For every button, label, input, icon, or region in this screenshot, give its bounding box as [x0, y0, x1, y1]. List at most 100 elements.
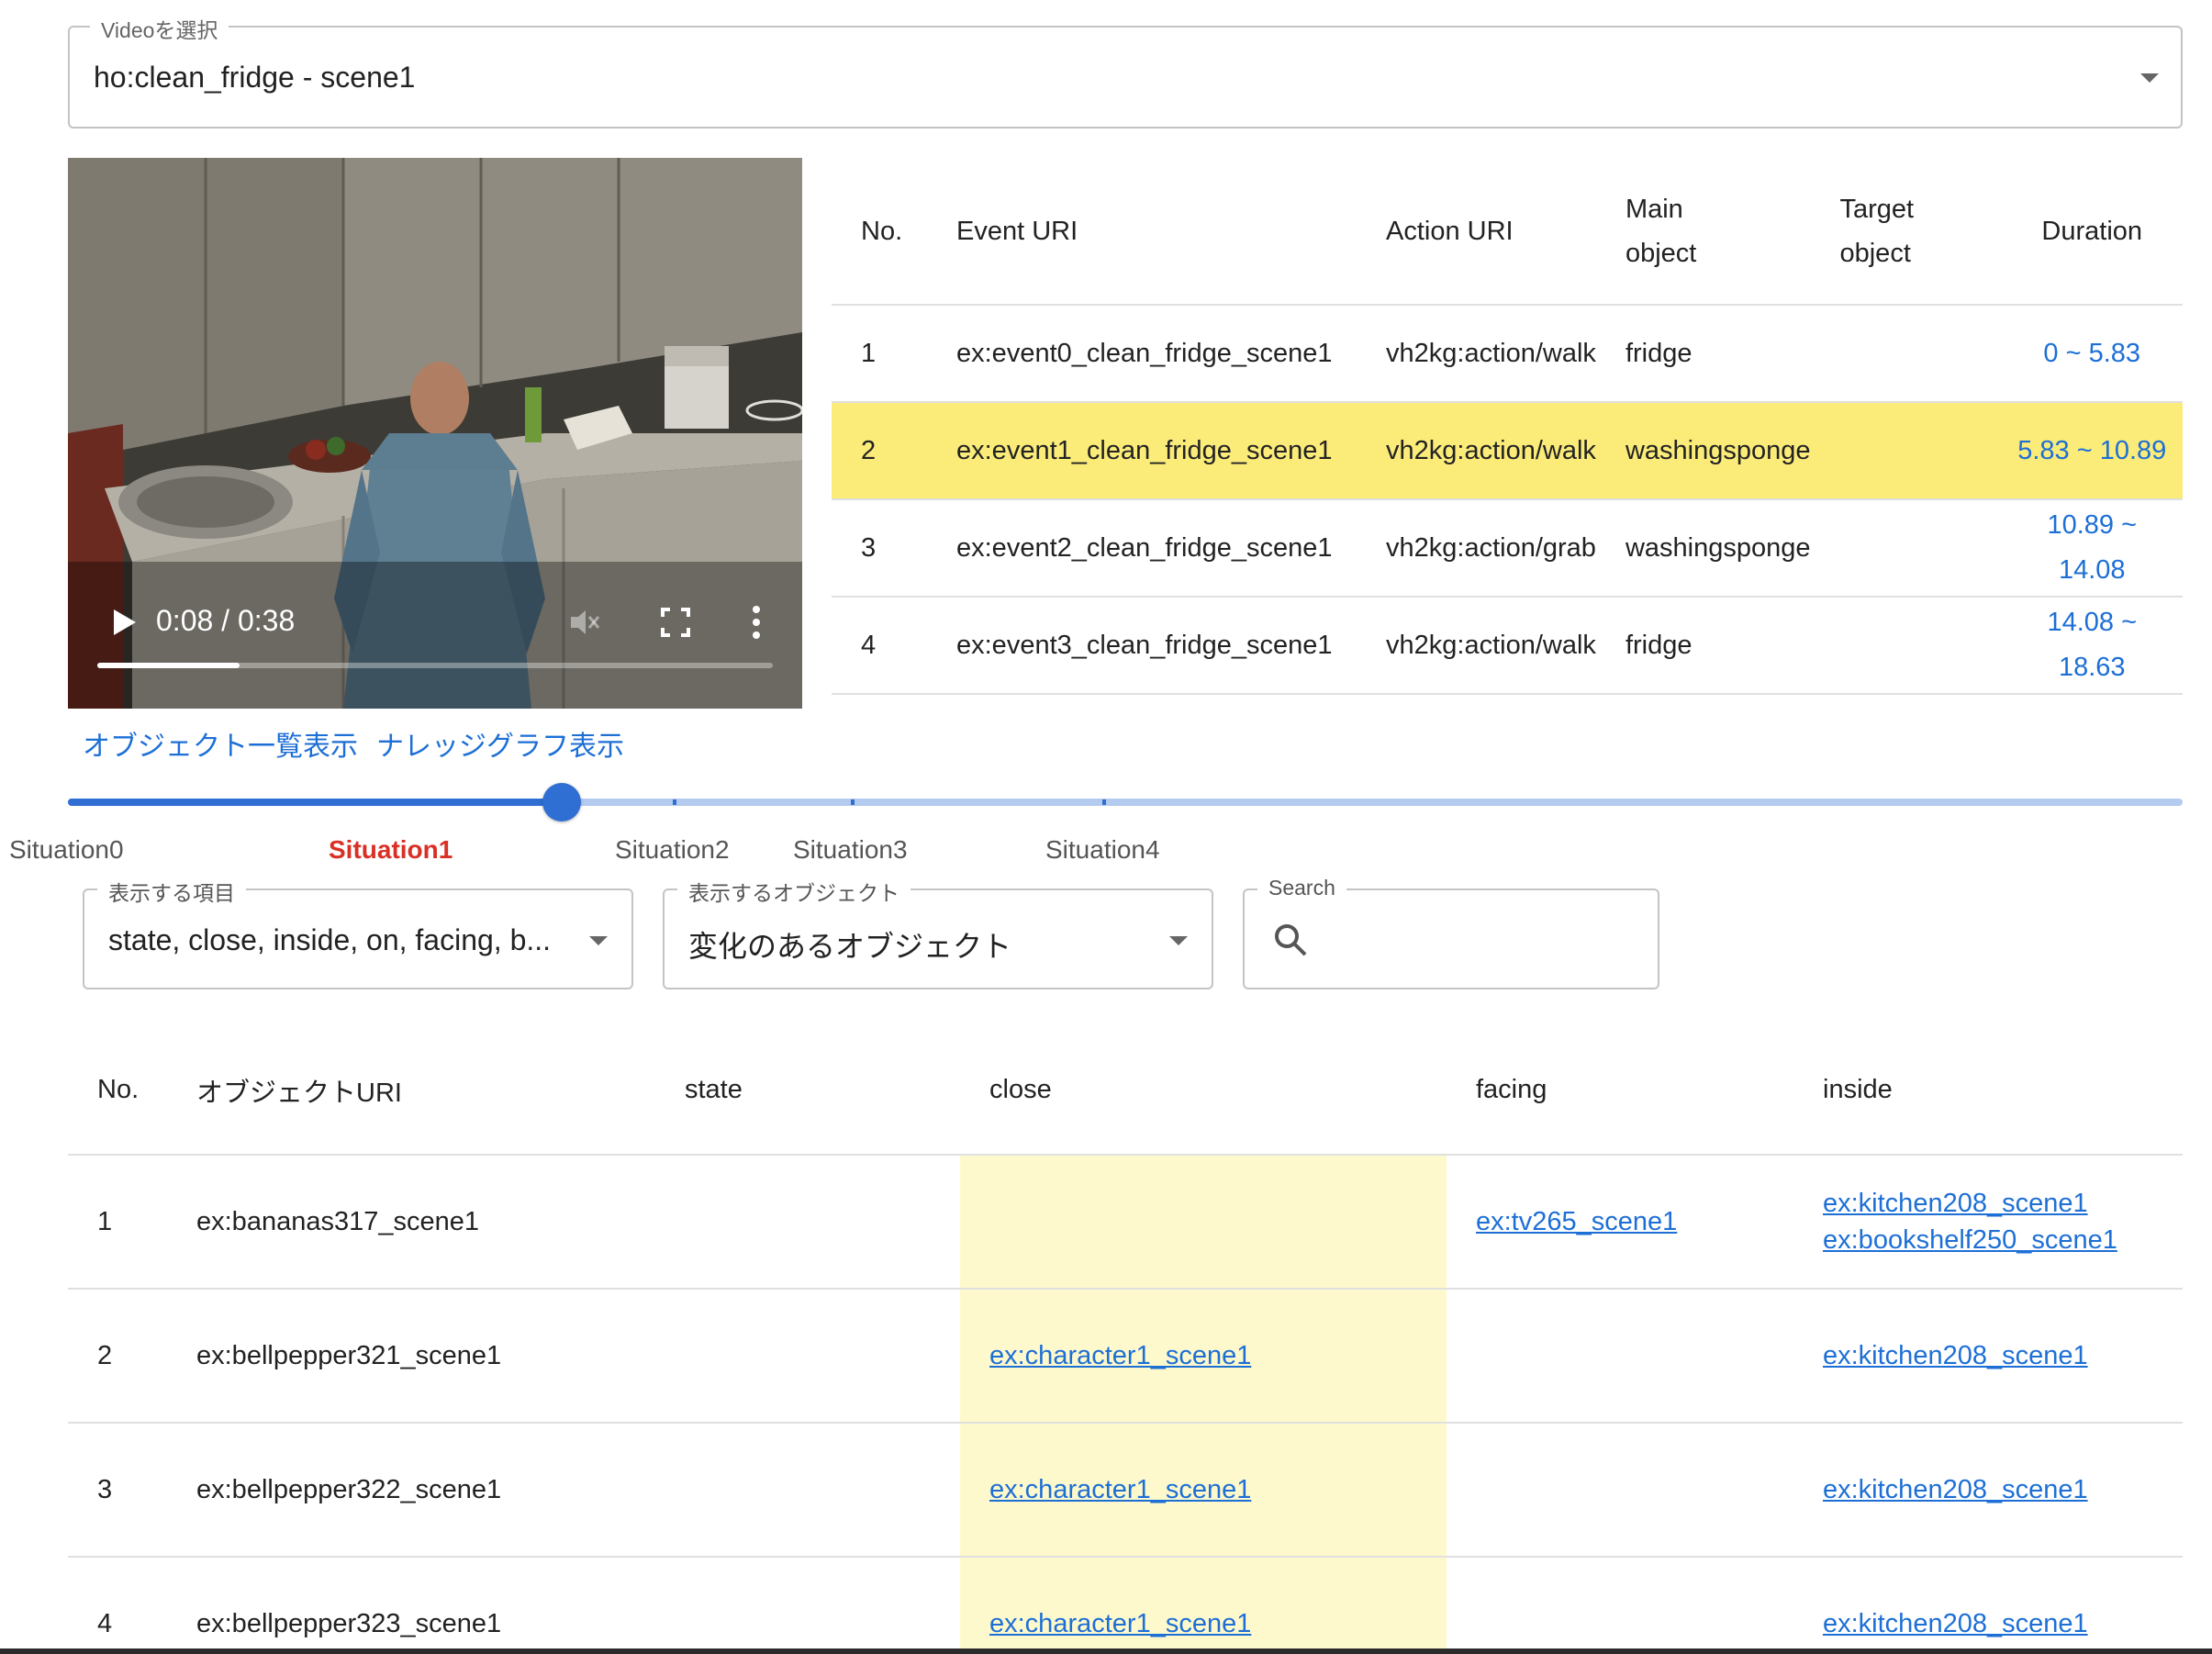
- events-col-no: No.: [832, 158, 927, 306]
- situation-slider-thumb[interactable]: [542, 783, 581, 821]
- search-field[interactable]: Search: [1243, 876, 1659, 989]
- inside-link[interactable]: ex:bookshelf250_scene1: [1823, 1222, 2183, 1258]
- chevron-down-icon: [1169, 936, 1188, 945]
- action-uri: vh2kg:action/walk: [1357, 402, 1596, 500]
- search-icon: [1275, 924, 1307, 956]
- slider-mark: [389, 799, 393, 805]
- inside-link[interactable]: ex:kitchen208_scene1: [1823, 1605, 2183, 1642]
- object-close: ex:character1_scene1: [960, 1557, 1447, 1654]
- window-bottom-edge: [0, 1648, 2212, 1654]
- slider-mark: [1102, 799, 1106, 805]
- video-progress-bar[interactable]: [97, 663, 773, 668]
- situation-label-1[interactable]: Situation1: [329, 835, 452, 865]
- object-inside: ex:kitchen208_scene1 ex:bookshelf250_scen…: [1793, 1155, 2183, 1290]
- object-close: ex:character1_scene1: [960, 1289, 1447, 1424]
- object-inside: ex:kitchen208_scene1: [1793, 1423, 2183, 1558]
- more-options-icon[interactable]: [738, 602, 775, 643]
- event-row[interactable]: 3 ex:event2_clean_fridge_scene1 vh2kg:ac…: [832, 499, 2183, 598]
- display-items-value: state, close, inside, on, facing, b...: [108, 923, 552, 956]
- object-no: 1: [68, 1155, 167, 1290]
- situation-label-2[interactable]: Situation2: [615, 835, 730, 865]
- event-duration[interactable]: 14.08 ~18.63: [2001, 597, 2183, 695]
- object-no: 4: [68, 1557, 167, 1654]
- volume-muted-icon[interactable]: [565, 604, 602, 641]
- close-link[interactable]: ex:character1_scene1: [989, 1337, 1447, 1374]
- action-uri: vh2kg:action/walk: [1357, 305, 1596, 403]
- object-state: [655, 1289, 960, 1424]
- objects-table: No. オブジェクトURI state close facing inside …: [68, 1026, 2183, 1654]
- object-facing: [1447, 1289, 1793, 1424]
- event-no: 1: [832, 305, 927, 403]
- events-col-duration: Duration: [2001, 158, 2183, 306]
- play-icon[interactable]: [103, 602, 143, 643]
- video-player[interactable]: 0:08 / 0:38: [68, 158, 802, 709]
- event-no: 3: [832, 499, 927, 598]
- video-select-value: ho:clean_fridge - scene1: [94, 61, 416, 94]
- object-inside: ex:kitchen208_scene1: [1793, 1289, 2183, 1424]
- inside-link[interactable]: ex:kitchen208_scene1: [1823, 1337, 2183, 1374]
- display-items-select[interactable]: 表示する項目 state, close, inside, on, facing,…: [83, 876, 633, 989]
- facing-link[interactable]: ex:tv265_scene1: [1476, 1203, 1793, 1240]
- close-link[interactable]: ex:character1_scene1: [989, 1605, 1447, 1642]
- action-uri: vh2kg:action/grab: [1357, 499, 1596, 598]
- event-duration[interactable]: 0 ~ 5.83: [2001, 305, 2183, 403]
- fullscreen-icon[interactable]: [657, 604, 694, 641]
- object-no: 2: [68, 1289, 167, 1424]
- slider-mark: [851, 799, 855, 805]
- inside-link[interactable]: ex:kitchen208_scene1: [1823, 1471, 2183, 1508]
- event-row[interactable]: 4 ex:event3_clean_fridge_scene1 vh2kg:ac…: [832, 597, 2183, 695]
- display-objects-select[interactable]: 表示するオブジェクト 変化のあるオブジェクト: [663, 876, 1213, 989]
- main-object: fridge: [1595, 597, 1811, 695]
- objects-col-facing: facing: [1447, 1026, 1793, 1156]
- object-close: ex:character1_scene1: [960, 1423, 1447, 1558]
- object-close: [960, 1155, 1447, 1290]
- object-row: 1 ex:bananas317_scene1 ex:tv265_scene1 e…: [68, 1155, 2183, 1290]
- event-row[interactable]: 1 ex:event0_clean_fridge_scene1 vh2kg:ac…: [832, 305, 2183, 403]
- main-object: fridge: [1595, 305, 1811, 403]
- object-row: 4 ex:bellpepper323_scene1 ex:character1_…: [68, 1557, 2183, 1654]
- video-select[interactable]: Videoを選択 ho:clean_fridge - scene1: [68, 13, 2183, 129]
- display-items-label: 表示する項目: [97, 876, 246, 907]
- event-duration[interactable]: 5.83 ~ 10.89: [2001, 402, 2183, 500]
- situation-label-4[interactable]: Situation4: [1045, 835, 1160, 865]
- event-duration[interactable]: 10.89 ~14.08: [2001, 499, 2183, 598]
- situation-label-0[interactable]: Situation0: [9, 835, 124, 865]
- object-uri: ex:bellpepper321_scene1: [167, 1289, 655, 1424]
- situation-slider-track: [68, 799, 562, 806]
- object-facing: ex:tv265_scene1: [1447, 1155, 1793, 1290]
- object-state: [655, 1155, 960, 1290]
- event-uri: ex:event3_clean_fridge_scene1: [927, 597, 1357, 695]
- event-no: 4: [832, 597, 927, 695]
- object-row: 2 ex:bellpepper321_scene1 ex:character1_…: [68, 1289, 2183, 1424]
- object-uri: ex:bellpepper322_scene1: [167, 1423, 655, 1558]
- search-label: Search: [1257, 876, 1346, 900]
- object-uri: ex:bananas317_scene1: [167, 1155, 655, 1290]
- video-time: 0:08 / 0:38: [156, 604, 296, 637]
- action-uri: vh2kg:action/walk: [1357, 597, 1596, 695]
- events-col-main-object: Main object: [1595, 158, 1811, 306]
- knowledge-graph-link[interactable]: ナレッジグラフ表示: [376, 723, 624, 764]
- event-uri: ex:event1_clean_fridge_scene1: [927, 402, 1357, 500]
- event-uri: ex:event2_clean_fridge_scene1: [927, 499, 1357, 598]
- chevron-down-icon: [589, 936, 608, 945]
- video-select-label: Videoを選択: [90, 13, 229, 44]
- event-uri: ex:event0_clean_fridge_scene1: [927, 305, 1357, 403]
- events-col-action-uri: Action URI: [1357, 158, 1596, 306]
- inside-link[interactable]: ex:kitchen208_scene1: [1823, 1185, 2183, 1222]
- chevron-down-icon: [2140, 73, 2159, 83]
- close-link[interactable]: ex:character1_scene1: [989, 1471, 1447, 1508]
- event-row-highlighted[interactable]: 2 ex:event1_clean_fridge_scene1 vh2kg:ac…: [832, 402, 2183, 500]
- object-uri: ex:bellpepper323_scene1: [167, 1557, 655, 1654]
- main-object: washingsponge: [1595, 402, 1811, 500]
- object-row: 3 ex:bellpepper322_scene1 ex:character1_…: [68, 1423, 2183, 1558]
- situation-label-3[interactable]: Situation3: [793, 835, 908, 865]
- object-list-link[interactable]: オブジェクト一覧表示: [83, 723, 358, 764]
- object-state: [655, 1557, 960, 1654]
- target-object: [1810, 597, 2002, 695]
- events-header-row: No. Event URI Action URI Main object Targ…: [832, 158, 2183, 306]
- display-objects-value: 変化のあるオブジェクト: [688, 930, 1012, 963]
- video-progress-fill: [97, 663, 240, 668]
- objects-col-close: close: [960, 1026, 1447, 1156]
- object-facing: [1447, 1423, 1793, 1558]
- object-inside: ex:kitchen208_scene1: [1793, 1557, 2183, 1654]
